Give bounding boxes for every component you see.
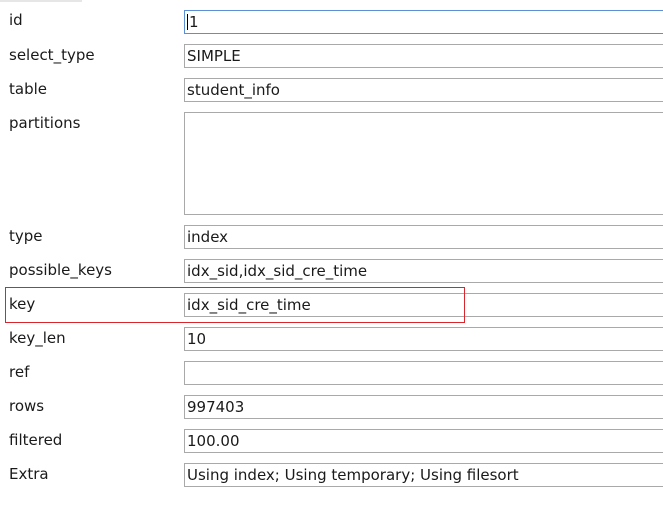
value-type: index [187,228,229,246]
label-possible-keys: possible_keys [9,261,112,279]
field-ref[interactable] [184,361,663,385]
key-row-highlight-box [5,287,465,323]
text-caret [187,14,188,30]
label-ref: ref [9,363,30,381]
label-id: id [9,11,23,29]
value-filtered: 100.00 [187,432,240,450]
field-filtered[interactable]: 100.00 [184,429,663,453]
label-extra: Extra [9,465,49,483]
value-extra: Using index; Using temporary; Using file… [187,466,519,484]
label-rows: rows [9,397,45,415]
field-type[interactable]: index [184,225,663,249]
top-edge-segment [0,0,82,2]
field-rows[interactable]: 997403 [184,395,663,419]
field-extra[interactable]: Using index; Using temporary; Using file… [184,463,663,487]
label-filtered: filtered [9,431,63,449]
value-possible-keys: idx_sid,idx_sid_cre_time [187,262,368,280]
field-possible-keys[interactable]: idx_sid,idx_sid_cre_time [184,259,663,283]
value-rows: 997403 [187,398,245,416]
field-partitions[interactable] [184,112,663,215]
value-key-len: 10 [187,330,207,348]
top-edge [0,0,663,3]
value-id: 1 [189,13,199,31]
label-partitions: partitions [9,114,81,132]
field-key-len[interactable]: 10 [184,327,663,351]
field-id[interactable]: 1 [184,10,663,34]
value-table: student_info [187,81,280,99]
label-table: table [9,80,47,98]
value-select-type: SIMPLE [187,47,241,65]
label-type: type [9,227,43,245]
label-key-len: key_len [9,329,66,347]
label-select-type: select_type [9,46,95,64]
field-table[interactable]: student_info [184,78,663,102]
field-select-type[interactable]: SIMPLE [184,44,663,68]
